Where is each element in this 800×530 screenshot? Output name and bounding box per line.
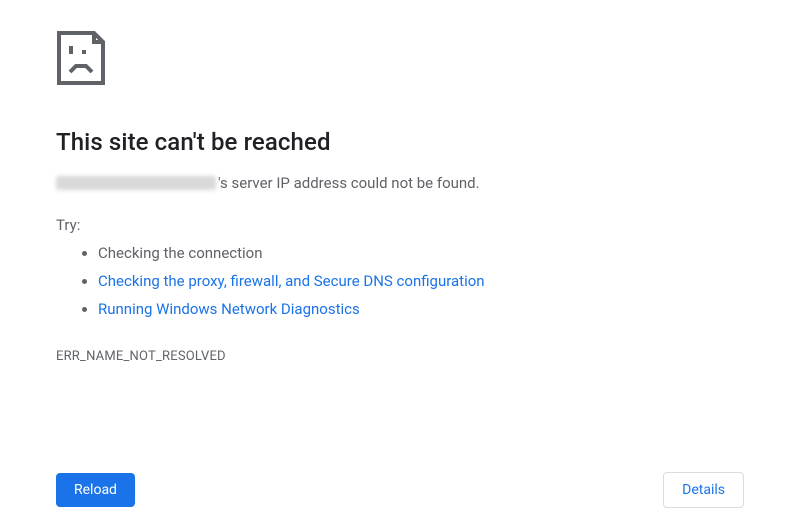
error-title: This site can't be reached (56, 128, 744, 156)
error-code: ERR_NAME_NOT_RESOLVED (56, 349, 744, 364)
suggestion-text: Checking the connection (98, 244, 263, 262)
button-row: Reload Details (56, 472, 744, 508)
hostname-redacted (56, 176, 216, 190)
error-message: 's server IP address could not be found. (56, 174, 744, 192)
suggestion-item: Running Windows Network Diagnostics (98, 296, 744, 324)
sad-page-icon (56, 30, 744, 90)
try-label: Try: (56, 216, 744, 234)
suggestion-link-diagnostics[interactable]: Running Windows Network Diagnostics (98, 300, 360, 318)
suggestion-item: Checking the connection (98, 240, 744, 268)
error-page: This site can't be reached 's server IP … (0, 0, 800, 364)
suggestion-link-proxy[interactable]: Checking the proxy, firewall, and Secure… (98, 272, 485, 290)
reload-button[interactable]: Reload (56, 473, 135, 507)
suggestion-item: Checking the proxy, firewall, and Secure… (98, 268, 744, 296)
suggestion-list: Checking the connection Checking the pro… (56, 240, 744, 323)
details-button[interactable]: Details (663, 472, 744, 508)
error-message-suffix: 's server IP address could not be found. (218, 174, 480, 192)
